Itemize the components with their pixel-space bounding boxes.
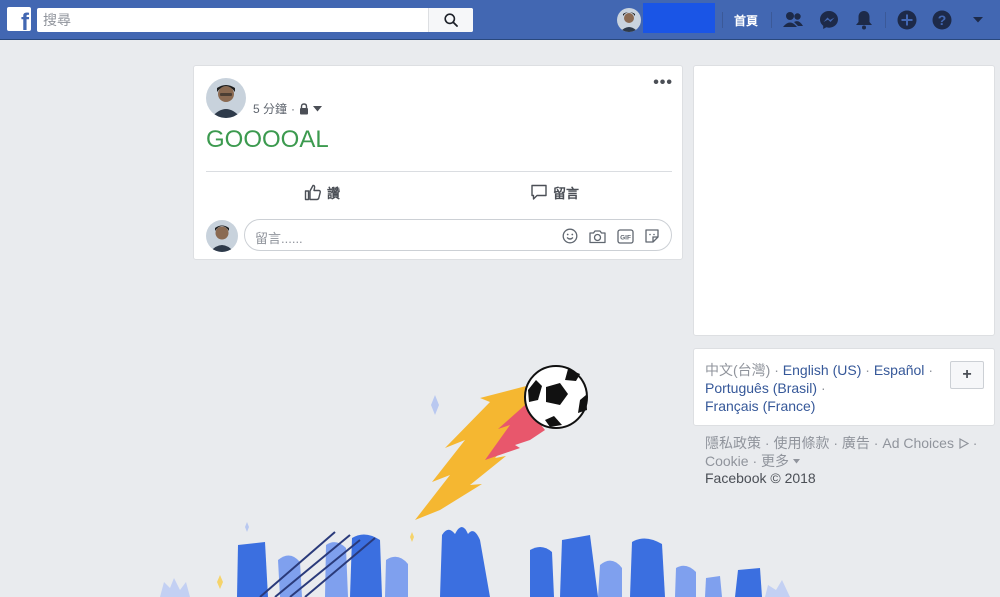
search-input[interactable]: [37, 8, 427, 32]
post-text: GOOOOAL: [206, 126, 329, 153]
footer-ads-link[interactable]: 廣告: [842, 435, 870, 451]
commenter-avatar[interactable]: [206, 220, 238, 252]
post-meta: 5 分鐘 ·: [253, 100, 323, 117]
facebook-logo[interactable]: f: [7, 7, 31, 31]
privacy-selector[interactable]: [299, 102, 323, 115]
language-separator: ·: [928, 362, 933, 378]
nav-profile-avatar[interactable]: [617, 8, 641, 32]
language-separator: ·: [820, 380, 826, 396]
post-author-avatar[interactable]: [206, 78, 246, 118]
emoji-icon[interactable]: [561, 227, 579, 245]
camera-icon[interactable]: [588, 227, 606, 245]
chevron-down-icon: [313, 105, 323, 111]
nav-divider: [885, 12, 886, 28]
goal-celebration-illustration: [160, 365, 790, 597]
svg-text:GIF: GIF: [620, 234, 631, 241]
add-language-button[interactable]: +: [950, 361, 984, 389]
create-icon[interactable]: [896, 9, 918, 31]
footer-adchoices-link[interactable]: Ad Choices: [882, 435, 954, 451]
help-icon[interactable]: ?: [931, 9, 953, 31]
language-separator: ·: [865, 362, 870, 378]
profile-name-redacted[interactable]: [643, 3, 715, 33]
lock-icon: [300, 102, 309, 114]
adchoices-icon: [959, 437, 970, 450]
notifications-icon[interactable]: [853, 9, 875, 31]
dropdown-icon[interactable]: [967, 9, 989, 31]
post-options-button[interactable]: •••: [653, 74, 673, 92]
meta-separator: ·: [291, 101, 296, 116]
like-button[interactable]: 讚: [304, 181, 340, 203]
comment-icon: [531, 184, 547, 200]
gif-icon[interactable]: GIF: [616, 227, 634, 245]
post-timestamp[interactable]: 5 分鐘: [253, 100, 287, 117]
facebook-logo-letter: f: [21, 9, 29, 32]
like-label: 讚: [327, 185, 341, 201]
sticker-icon[interactable]: [643, 227, 661, 245]
messenger-icon[interactable]: [818, 9, 840, 31]
comment-box[interactable]: 留言...... GIF: [244, 219, 672, 251]
search-icon: [444, 13, 458, 27]
friends-icon[interactable]: [782, 9, 804, 31]
language-espanol[interactable]: Español: [874, 362, 925, 378]
comment-label: 留言: [553, 185, 580, 201]
nav-divider: [722, 12, 723, 28]
thumbs-up-icon: [304, 184, 321, 201]
comment-button[interactable]: 留言: [530, 181, 579, 203]
comment-input[interactable]: 留言......: [255, 228, 303, 247]
post-card: 5 分鐘 · ••• GOOOOAL 讚 留言 留言...... GIF: [193, 65, 683, 260]
search-button[interactable]: [428, 8, 473, 32]
svg-text:?: ?: [938, 12, 947, 28]
home-link[interactable]: 首頁: [734, 12, 758, 29]
right-sidebar-panel: [693, 65, 995, 336]
nav-divider: [771, 12, 772, 28]
search-box: [37, 8, 473, 32]
post-divider: [206, 171, 672, 172]
top-navigation-bar: f 首頁 ?: [0, 0, 1000, 40]
